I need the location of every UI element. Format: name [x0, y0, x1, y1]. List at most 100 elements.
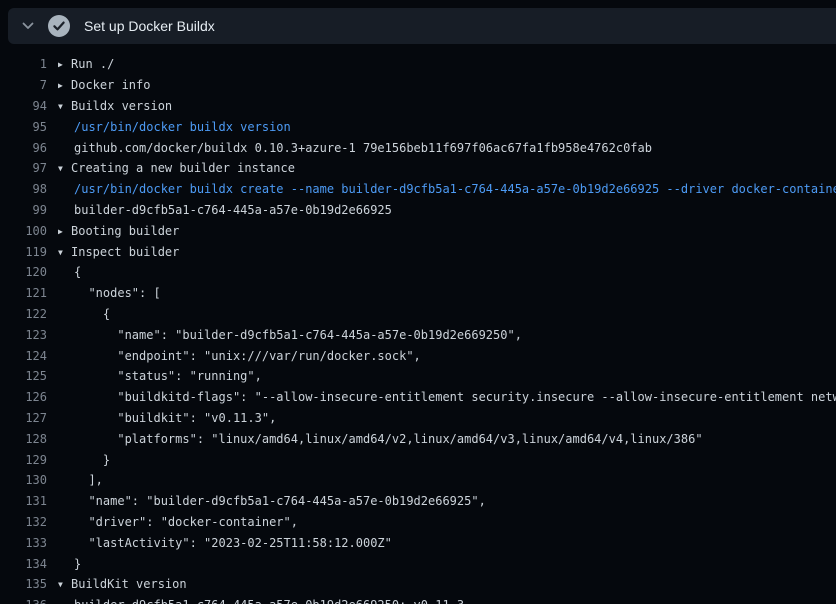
group-title: Creating a new builder instance	[71, 161, 295, 175]
output-text: }	[58, 557, 81, 571]
triangle-right-icon[interactable]: ▶	[58, 227, 67, 236]
log-group-toggle[interactable]: ▶ Docker info	[58, 78, 150, 92]
line-number[interactable]: 130	[0, 473, 47, 487]
log-line: 97 ▼ Creating a new builder instance	[0, 158, 836, 179]
triangle-right-icon[interactable]: ▶	[58, 60, 67, 69]
line-number[interactable]: 7	[0, 78, 47, 92]
log-viewer: 1 ▶ Run ./ 7 ▶ Docker info 94 ▼ Buildx version 95…	[0, 54, 836, 604]
line-number[interactable]: 127	[0, 411, 47, 425]
log-line: 133 "lastActivity": "2023-02-25T11:58:12…	[0, 532, 836, 553]
output-text: "platforms": "linux/amd64,linux/amd64/v2…	[58, 432, 703, 446]
log-line: 134}	[0, 553, 836, 574]
line-number[interactable]: 124	[0, 349, 47, 363]
line-number[interactable]: 96	[0, 141, 47, 155]
step-title: Set up Docker Buildx	[84, 18, 215, 34]
log-line: 124 "endpoint": "unix:///var/run/docker.…	[0, 345, 836, 366]
log-line: 122 {	[0, 304, 836, 325]
log-group-toggle[interactable]: ▶ Run ./	[58, 57, 114, 71]
log-group-toggle[interactable]: ▼ Inspect builder	[58, 245, 179, 259]
output-text: "lastActivity": "2023-02-25T11:58:12.000…	[58, 536, 392, 550]
log-line: 121 "nodes": [	[0, 283, 836, 304]
triangle-down-icon[interactable]: ▼	[58, 248, 67, 257]
group-title: Run ./	[71, 57, 114, 71]
line-number[interactable]: 95	[0, 120, 47, 134]
line-number[interactable]: 128	[0, 432, 47, 446]
log-line: 99 builder-d9cfb5a1-c764-445a-a57e-0b19d2…	[0, 200, 836, 221]
log-line: 130 ],	[0, 470, 836, 491]
line-number[interactable]: 129	[0, 453, 47, 467]
output-text: {	[58, 265, 81, 279]
line-number[interactable]: 136	[0, 598, 47, 604]
success-check-icon	[48, 15, 70, 37]
line-number[interactable]: 121	[0, 286, 47, 300]
output-text: "endpoint": "unix:///var/run/docker.sock…	[58, 349, 421, 363]
line-number[interactable]: 135	[0, 577, 47, 591]
log-line: 131 "name": "builder-d9cfb5a1-c764-445a-…	[0, 491, 836, 512]
log-line: 94 ▼ Buildx version	[0, 96, 836, 117]
output-text: github.com/docker/buildx 0.10.3+azure-1 …	[58, 141, 652, 155]
output-text: builder-d9cfb5a1-c764-445a-a57e-0b19d2e6…	[58, 598, 464, 604]
log-line: 123 "name": "builder-d9cfb5a1-c764-445a-…	[0, 324, 836, 345]
triangle-right-icon[interactable]: ▶	[58, 81, 67, 90]
log-group-toggle[interactable]: ▶ Booting builder	[58, 224, 179, 238]
line-number[interactable]: 94	[0, 99, 47, 113]
log-line: 119 ▼ Inspect builder	[0, 241, 836, 262]
line-number[interactable]: 120	[0, 265, 47, 279]
triangle-down-icon[interactable]: ▼	[58, 164, 67, 173]
output-text: }	[58, 453, 110, 467]
log-group-toggle[interactable]: ▼ Buildx version	[58, 99, 172, 113]
log-line: 7 ▶ Docker info	[0, 75, 836, 96]
output-text: "driver": "docker-container",	[58, 515, 298, 529]
command-text: /usr/bin/docker buildx create --name bui…	[58, 182, 836, 196]
output-text: "name": "builder-d9cfb5a1-c764-445a-a57e…	[58, 328, 522, 342]
line-number[interactable]: 98	[0, 182, 47, 196]
line-number[interactable]: 131	[0, 494, 47, 508]
log-line: 128 "platforms": "linux/amd64,linux/amd6…	[0, 428, 836, 449]
line-number[interactable]: 134	[0, 557, 47, 571]
log-line: 125 "status": "running",	[0, 366, 836, 387]
output-text: "buildkit": "v0.11.3",	[58, 411, 276, 425]
output-text: "nodes": [	[58, 286, 161, 300]
line-number[interactable]: 97	[0, 161, 47, 175]
log-line: 136 builder-d9cfb5a1-c764-445a-a57e-0b19d…	[0, 595, 836, 604]
chevron-down-icon[interactable]	[20, 18, 36, 34]
triangle-down-icon[interactable]: ▼	[58, 102, 67, 111]
log-line: 96 github.com/docker/buildx 0.10.3+azure-…	[0, 137, 836, 158]
log-line: 129 }	[0, 449, 836, 470]
log-line: 1 ▶ Run ./	[0, 54, 836, 75]
log-line: 100 ▶ Booting builder	[0, 220, 836, 241]
log-line: 120 {	[0, 262, 836, 283]
output-text: "status": "running",	[58, 369, 262, 383]
log-line: 98/usr/bin/docker buildx create --name b…	[0, 179, 836, 200]
group-title: Docker info	[71, 78, 150, 92]
log-line: 135 ▼ BuildKit version	[0, 574, 836, 595]
log-line: 95/usr/bin/docker buildx version	[0, 116, 836, 137]
log-group-toggle[interactable]: ▼ BuildKit version	[58, 577, 187, 591]
line-number[interactable]: 123	[0, 328, 47, 342]
output-text: {	[58, 307, 110, 321]
line-number[interactable]: 132	[0, 515, 47, 529]
log-line: 126 "buildkitd-flags": "--allow-insecure…	[0, 387, 836, 408]
line-number[interactable]: 100	[0, 224, 47, 238]
group-title: Booting builder	[71, 224, 179, 238]
output-text: ],	[58, 473, 103, 487]
line-number[interactable]: 125	[0, 369, 47, 383]
group-title: Inspect builder	[71, 245, 179, 259]
line-number[interactable]: 1	[0, 57, 47, 71]
line-number[interactable]: 119	[0, 245, 47, 259]
group-title: Buildx version	[71, 99, 172, 113]
line-number[interactable]: 133	[0, 536, 47, 550]
output-text: builder-d9cfb5a1-c764-445a-a57e-0b19d2e6…	[58, 203, 392, 217]
log-group-toggle[interactable]: ▼ Creating a new builder instance	[58, 161, 295, 175]
triangle-down-icon[interactable]: ▼	[58, 580, 67, 589]
command-text: /usr/bin/docker buildx version	[58, 120, 291, 134]
line-number[interactable]: 122	[0, 307, 47, 321]
step-header[interactable]: Set up Docker Buildx	[8, 8, 836, 44]
log-line: 127 "buildkit": "v0.11.3",	[0, 408, 836, 429]
log-line: 132 "driver": "docker-container",	[0, 512, 836, 533]
output-text: "name": "builder-d9cfb5a1-c764-445a-a57e…	[58, 494, 486, 508]
output-text: "buildkitd-flags": "--allow-insecure-ent…	[58, 390, 836, 404]
group-title: BuildKit version	[71, 577, 187, 591]
line-number[interactable]: 99	[0, 203, 47, 217]
line-number[interactable]: 126	[0, 390, 47, 404]
